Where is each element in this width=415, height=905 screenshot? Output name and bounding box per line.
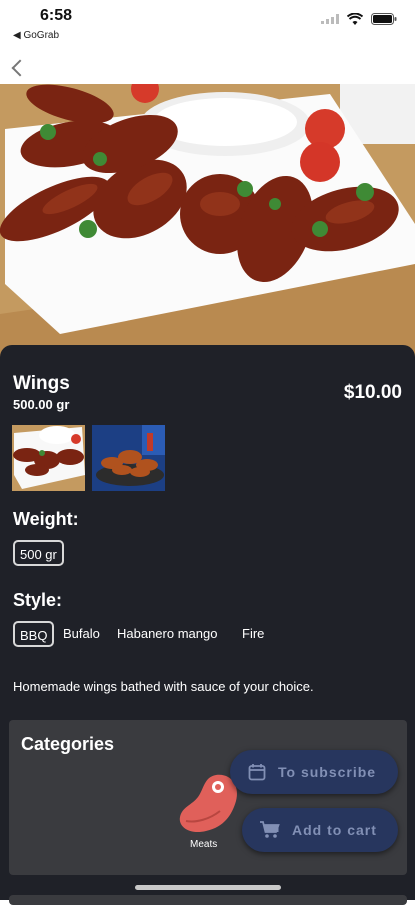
- style-option-habanero-mango[interactable]: Habanero mango: [117, 621, 217, 647]
- add-to-cart-button[interactable]: Add to cart: [242, 808, 398, 852]
- product-hero-image: [0, 84, 415, 359]
- calendar-icon: [248, 764, 266, 781]
- product-weight: 500.00 gr: [13, 397, 70, 412]
- navigation-bar: [0, 48, 415, 84]
- home-indicator[interactable]: [135, 885, 281, 890]
- style-option-bufalo[interactable]: Bufalo: [63, 621, 100, 647]
- wifi-icon: [347, 13, 363, 25]
- categories-title: Categories: [21, 734, 115, 754]
- battery-icon: [371, 13, 397, 25]
- product-description: Homemade wings bathed with sauce of your…: [13, 679, 314, 694]
- subscribe-button-label: To subscribe: [278, 764, 377, 780]
- weight-option-500gr[interactable]: 500 gr: [13, 540, 64, 566]
- shopping-cart-icon: [260, 821, 280, 838]
- style-option-fire[interactable]: Fire: [242, 621, 264, 647]
- status-time: 6:58: [40, 7, 73, 24]
- next-section-card: [9, 895, 407, 905]
- back-to-app-link[interactable]: ◀ GoGrab: [13, 30, 59, 41]
- subscribe-button[interactable]: To subscribe: [230, 750, 398, 794]
- status-icons: [321, 13, 397, 25]
- product-thumbnail-1[interactable]: [12, 425, 85, 491]
- style-section-title: Style:: [13, 590, 63, 610]
- product-detail-panel: Wings 500.00 gr $10.00 Weight: 500 gr St…: [0, 345, 415, 905]
- product-thumbnail-2[interactable]: [92, 425, 165, 491]
- product-price: $10.00: [343, 382, 402, 403]
- product-name: Wings: [13, 373, 70, 394]
- add-to-cart-label: Add to cart: [292, 822, 377, 838]
- back-chevron-icon[interactable]: [11, 59, 29, 77]
- status-bar: 6:58 ◀ GoGrab: [0, 0, 415, 48]
- cellular-signal-icon: [321, 14, 339, 24]
- style-option-bbq[interactable]: BBQ: [13, 621, 55, 647]
- category-label-meats: Meats: [190, 839, 218, 850]
- weight-section-title: Weight:: [13, 509, 79, 529]
